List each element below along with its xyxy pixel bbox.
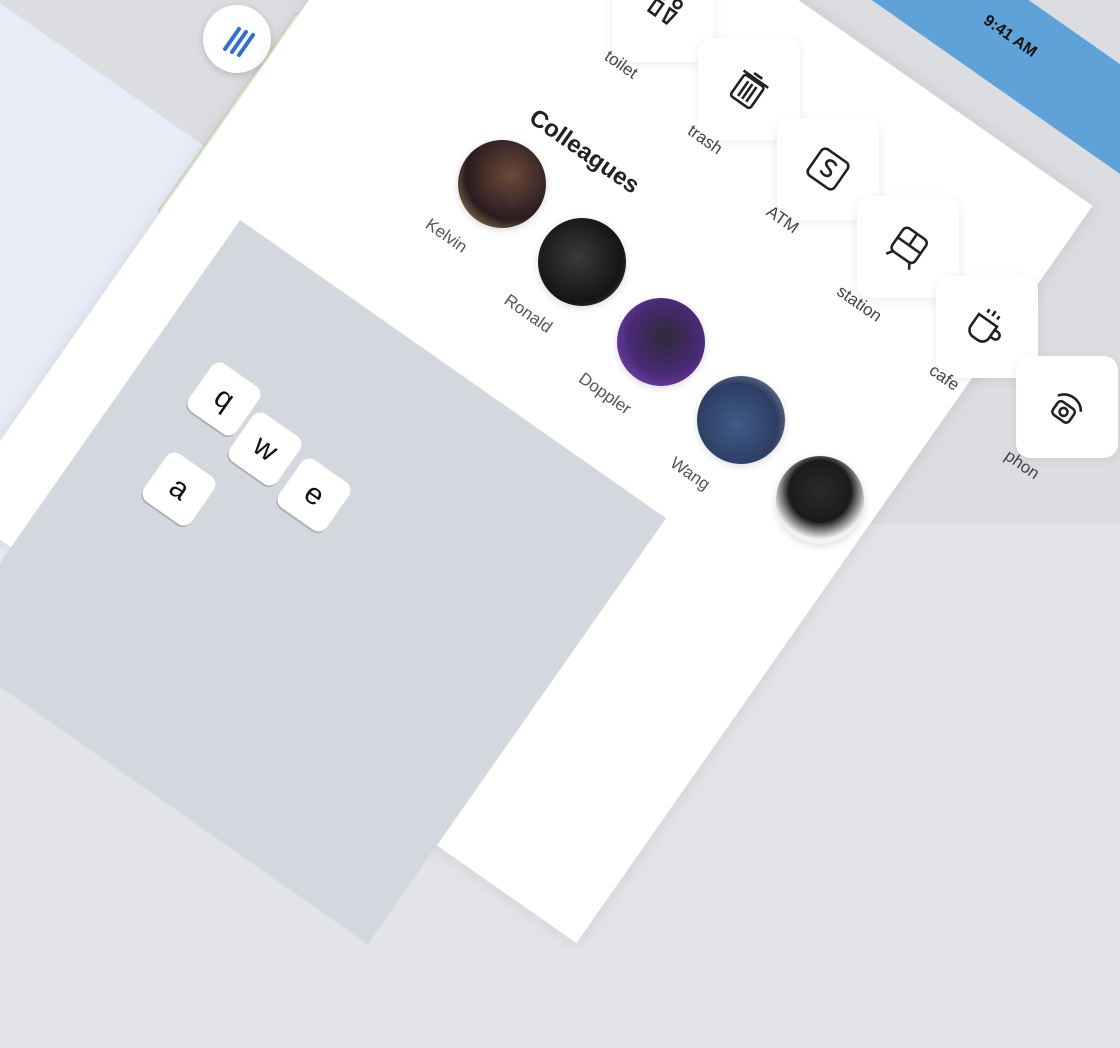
cafe-icon [968, 308, 1001, 343]
avatar-doppler[interactable] [617, 298, 705, 386]
atm-icon [806, 147, 850, 191]
trash-icon [729, 69, 769, 110]
avatar-kelvin[interactable] [458, 140, 546, 228]
toilet-icon [646, 0, 683, 26]
avatar-colleague-5[interactable] [776, 456, 864, 544]
phone-icon [1051, 393, 1083, 424]
amenity-phone[interactable] [1016, 356, 1118, 458]
avatar-wang[interactable] [697, 376, 785, 464]
station-icon [885, 226, 928, 270]
menu-lines-icon [223, 27, 255, 57]
avatar-ronald[interactable] [538, 218, 626, 306]
map-menu-button[interactable] [203, 5, 271, 73]
